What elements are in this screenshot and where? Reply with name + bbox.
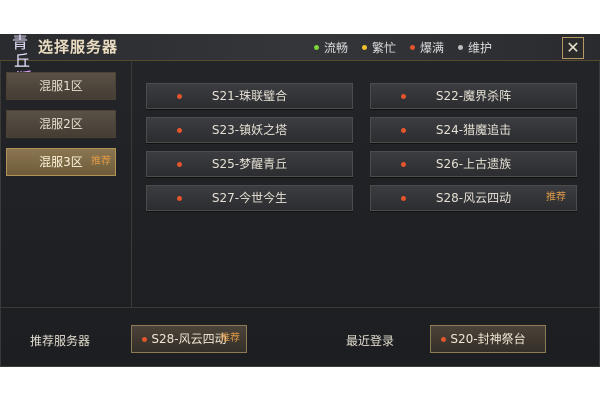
status-dot-icon [177,162,182,167]
legend-full: 爆满 [410,39,444,56]
title-bar: 青 丘 狐 选择服务器 流畅 繁忙 爆满 维护 ✕ [0,33,600,88]
dialog-title: 选择服务器 [38,38,119,56]
server-s28[interactable]: S28-风云四动 推荐 [370,185,577,211]
legend-busy: 繁忙 [362,39,396,56]
status-dot-icon [441,337,446,342]
recommend-server-button[interactable]: S28-风云四动 推荐 [131,325,247,353]
recommend-label: 推荐服务器 [30,334,91,348]
server-s23[interactable]: S23-镇妖之塔 [146,117,353,143]
zone-button-1[interactable]: 混服1区 [6,72,116,100]
zone-label: 混服1区 [39,79,83,93]
status-dot-icon [401,94,406,99]
server-label: S22-魔界杀阵 [435,89,512,103]
recent-server-button[interactable]: S20-封神祭台 [430,325,546,353]
recommend-tag: 推荐 [91,156,111,167]
server-label: S25-梦醒青丘 [211,157,288,171]
status-dot-icon [401,196,406,201]
legend-smooth: 流畅 [314,39,348,56]
bottom-divider [0,307,600,308]
zone-sidebar: 混服1区 混服2区 混服3区 推荐 [6,72,116,186]
legend-label: 繁忙 [372,41,397,55]
server-label: S24-猎魔追击 [435,123,512,137]
zone-button-2[interactable]: 混服2区 [6,110,116,138]
status-dot-icon [142,337,147,342]
legend-maintenance: 维护 [458,39,492,56]
legend-label: 维护 [468,41,493,55]
server-s27[interactable]: S27-今世今生 [146,185,353,211]
logo-char-2: 丘 [14,51,30,70]
legend-label: 爆满 [420,41,445,55]
status-legend: 流畅 繁忙 爆满 维护 [314,39,492,56]
server-select-dialog: 青 丘 狐 选择服务器 流畅 繁忙 爆满 维护 ✕ [0,33,600,367]
recommend-tag: 推荐 [220,333,240,344]
status-dot-icon [177,128,182,133]
zone-label: 混服2区 [39,117,83,131]
server-label: S23-镇妖之塔 [211,123,288,137]
status-dot-icon [177,94,182,99]
server-s25[interactable]: S25-梦醒青丘 [146,151,353,177]
logo-char-1: 青 [12,33,28,52]
server-label: S20-封神祭台 [450,332,526,346]
server-label: S26-上古遗族 [435,157,512,171]
recent-label: 最近登录 [346,334,395,348]
legend-label: 流畅 [324,41,349,55]
server-s24[interactable]: S24-猎魔追击 [370,117,577,143]
server-s21[interactable]: S21-珠联璧合 [146,83,353,109]
maintenance-dot-icon [458,45,464,50]
busy-dot-icon [362,45,368,50]
status-dot-icon [401,128,406,133]
server-label: S28-风云四动 [151,332,227,346]
smooth-dot-icon [314,45,319,50]
server-s22[interactable]: S22-魔界杀阵 [370,83,577,109]
zone-label: 混服3区 [39,155,83,169]
recommend-tag: 推荐 [546,192,566,203]
sidebar-divider [131,60,132,307]
zone-button-3[interactable]: 混服3区 推荐 [6,148,116,176]
server-s26[interactable]: S26-上古遗族 [370,151,577,177]
full-dot-icon [410,45,416,50]
server-label: S21-珠联璧合 [211,89,288,103]
status-dot-icon [177,196,182,201]
server-label: S28-风云四动 [435,191,512,205]
close-button[interactable]: ✕ [562,37,584,59]
status-dot-icon [401,162,406,167]
server-label: S27-今世今生 [211,191,288,205]
